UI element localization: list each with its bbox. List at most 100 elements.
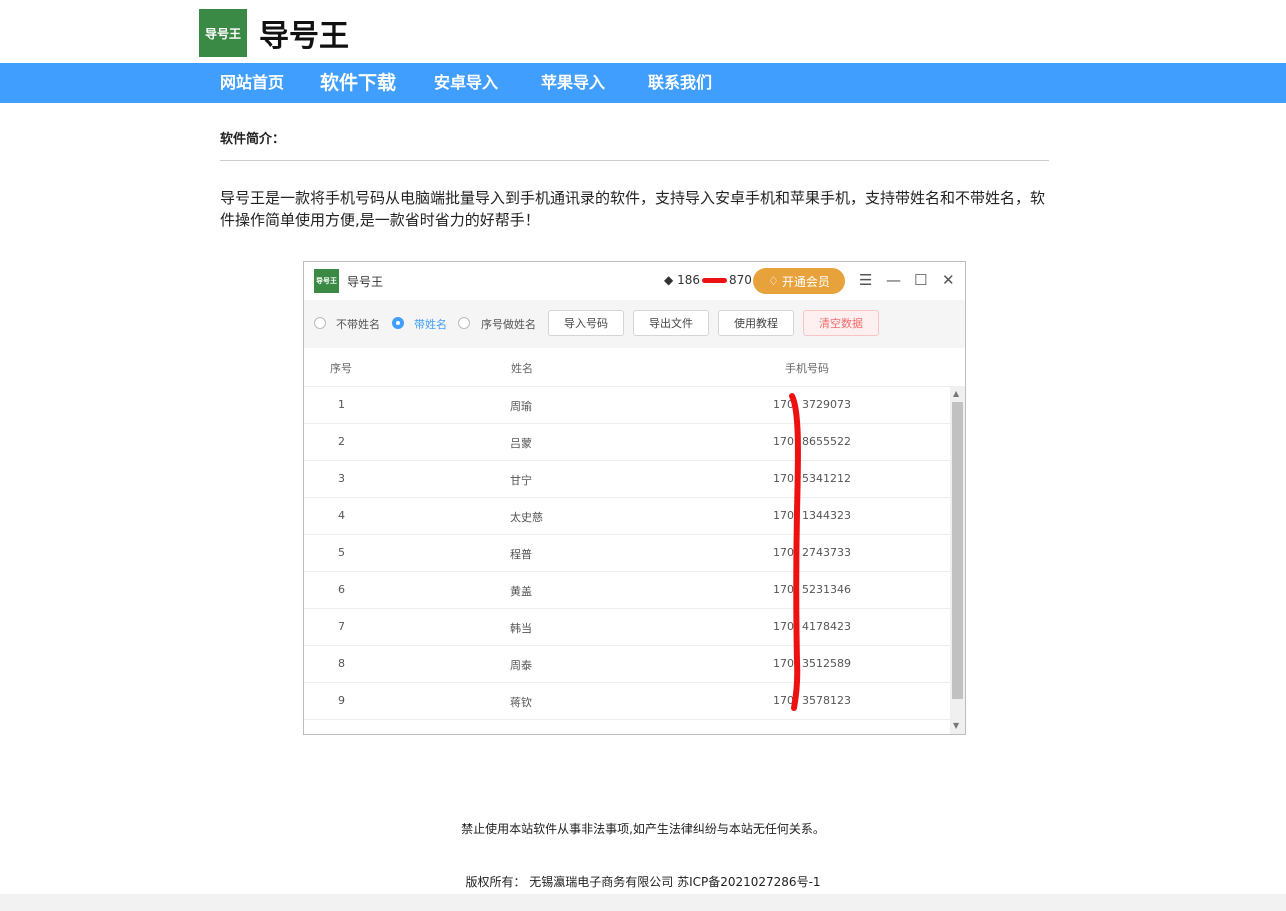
scroll-down-icon[interactable]: ▼ [953,721,959,730]
vip-button[interactable]: ♢ 开通会员 [753,268,845,294]
cell-index: 8 [338,657,345,670]
phone-prefix: 170 [773,694,794,707]
cell-name: 吕蒙 [510,437,532,450]
cell-index: 2 [338,435,345,448]
cell-index: 9 [338,694,345,707]
radio-index-as-name[interactable] [458,317,470,329]
table-scrollbar[interactable]: ▲ ▼ [950,386,965,734]
table-row[interactable]: 9 蒋钦 170 3578123 [304,682,950,720]
menu-icon[interactable]: ☰ [859,271,872,289]
phone-suffix: 5231346 [802,583,851,596]
table-body: 1 周瑜 170 3729073 2 吕蒙 170 8655522 3 甘宁 170 5341212 4… [304,386,950,734]
app-title: 导号王 [347,275,384,289]
nav-item-apple[interactable]: 苹果导入 [541,63,605,103]
table-header: 序号 姓名 手机号码 [304,348,965,387]
intro-text: 导号王是一款将手机号码从电脑端批量导入到手机通讯录的软件，支持导入安卓手机和苹果… [220,189,1046,229]
phone-prefix: 170 [773,472,794,485]
table-row[interactable]: 6 黄盖 170 5231346 [304,571,950,609]
tutorial-button[interactable]: 使用教程 [718,310,794,336]
account-prefix: 186 [677,273,700,287]
phone-prefix: 170 [773,509,794,522]
nav-item-home[interactable]: 网站首页 [220,63,284,103]
site-header: 导号王 导号王 [199,9,349,57]
radio-no-name-label[interactable]: 不带姓名 [336,316,380,332]
app-screenshot: 导号王 导号王 ◆ 186 870 ♢ 开通会员 ☰ — ☐ ✕ 不带姓名 带姓名… [303,261,966,735]
footer-notice: 禁止使用本站软件从事非法事项,如产生法律纠纷与本站无任何关系。 [461,822,825,836]
cell-phone: 170 1344323 [773,509,851,522]
divider [220,160,1049,161]
cell-phone: 170 2743733 [773,546,851,559]
phone-suffix: 3729073 [802,398,851,411]
cell-phone: 170 3578123 [773,694,851,707]
account-redacted [701,278,727,283]
app-toolbar: 不带姓名 带姓名 序号做姓名 导入号码 导出文件 使用教程 清空数据 [304,300,965,348]
phone-prefix: 170 [773,620,794,633]
diamond-icon: ♢ [768,274,779,288]
cell-name: 周泰 [510,659,532,672]
table-row[interactable]: 8 周泰 170 3512589 [304,645,950,683]
cell-name: 黄盖 [510,585,532,598]
cell-phone: 170 8655522 [773,435,851,448]
phone-prefix: 170 [773,657,794,670]
cell-phone: 170 5341212 [773,472,851,485]
cell-phone: 170 3512589 [773,657,851,670]
minimize-icon[interactable]: — [886,271,901,289]
main-nav: 网站首页 软件下载 安卓导入 苹果导入 联系我们 [0,63,1286,103]
site-logo[interactable]: 导号王 [199,9,247,57]
phone-suffix: 1344323 [802,509,851,522]
intro-label: 软件简介： [220,132,286,147]
cell-name: 太史慈 [510,511,543,524]
phone-suffix: 2743733 [802,546,851,559]
scroll-thumb[interactable] [952,402,963,699]
phone-prefix: 170 [773,546,794,559]
vip-button-label: 开通会员 [781,274,830,289]
phone-suffix: 4178423 [802,620,851,633]
cell-name: 蒋钦 [510,696,532,709]
clear-data-button[interactable]: 清空数据 [803,310,879,336]
maximize-icon[interactable]: ☐ [914,271,927,289]
radio-with-name-label[interactable]: 带姓名 [414,316,447,332]
phone-suffix: 5341212 [802,472,851,485]
cell-index: 7 [338,620,345,633]
phone-prefix: 170 [773,398,794,411]
diamond-icon: ◆ [664,273,674,287]
app-logo: 导号王 [314,269,339,293]
cell-name: 程普 [510,548,532,561]
cell-index: 1 [338,398,345,411]
cell-index: 4 [338,509,345,522]
cell-name: 甘宁 [510,474,532,487]
account-info: ◆ 186 870 [664,273,752,287]
phone-prefix: 170 [773,435,794,448]
site-title: 导号王 [259,19,349,54]
column-header-name[interactable]: 姓名 [511,360,533,376]
nav-item-contact[interactable]: 联系我们 [648,63,712,103]
nav-item-android[interactable]: 安卓导入 [434,63,498,103]
cell-index: 3 [338,472,345,485]
phone-suffix: 8655522 [802,435,851,448]
phone-prefix: 170 [773,583,794,596]
phone-suffix: 3512589 [802,657,851,670]
table-row[interactable]: 4 太史慈 170 1344323 [304,497,950,535]
phone-suffix: 3578123 [802,694,851,707]
table-row[interactable]: 1 周瑜 170 3729073 [304,386,950,424]
cell-index: 5 [338,546,345,559]
bottom-bar [0,894,1286,911]
cell-name: 周瑜 [510,400,532,413]
radio-no-name[interactable] [314,317,326,329]
table-row[interactable]: 3 甘宁 170 5341212 [304,460,950,498]
column-header-phone[interactable]: 手机号码 [785,360,829,376]
close-icon[interactable]: ✕ [942,271,955,289]
scroll-up-icon[interactable]: ▲ [953,389,959,398]
footer-copyright: 版权所有： 无锡瀛瑞电子商务有限公司 苏ICP备2021027286号-1 [465,875,821,889]
nav-item-download[interactable]: 软件下载 [320,63,396,103]
table-row[interactable]: 7 韩当 170 4178423 [304,608,950,646]
table-row[interactable]: 2 吕蒙 170 8655522 [304,423,950,461]
cell-index: 6 [338,583,345,596]
import-numbers-button[interactable]: 导入号码 [548,310,624,336]
export-file-button[interactable]: 导出文件 [633,310,709,336]
table-row[interactable]: 5 程普 170 2743733 [304,534,950,572]
radio-with-name[interactable] [392,317,404,329]
cell-phone: 170 5231346 [773,583,851,596]
column-header-index[interactable]: 序号 [330,360,352,376]
radio-index-as-name-label[interactable]: 序号做姓名 [481,316,536,332]
